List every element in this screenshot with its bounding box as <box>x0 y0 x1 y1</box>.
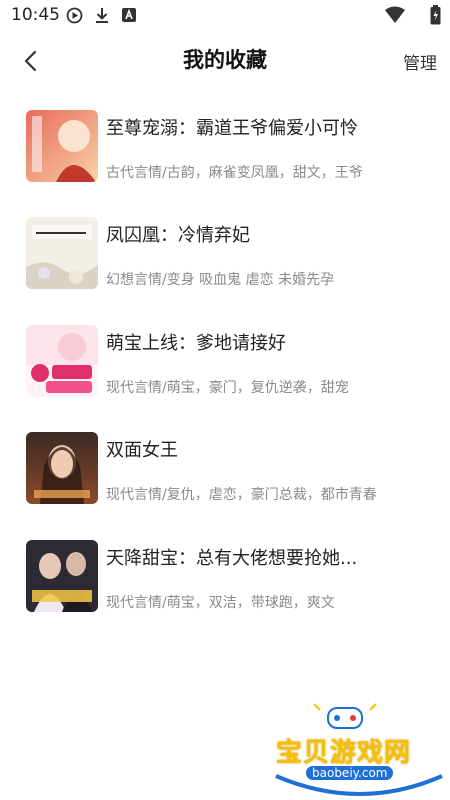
watermark-logo: 宝贝游戏网 baobeiy.com <box>270 702 450 800</box>
status-time: 10:45 <box>11 5 60 25</box>
play-circle-icon <box>66 7 83 28</box>
book-cover <box>26 432 98 504</box>
book-title: 萌宝上线：爹地请接好 <box>106 333 286 354</box>
book-tags: 现代言情/萌宝，豪门，复仇逆袭，甜宠 <box>106 380 349 396</box>
book-title: 凤囚凰：冷情弃妃 <box>106 225 250 246</box>
book-tags: 现代言情/萌宝，双洁，带球跑，爽文 <box>106 595 335 611</box>
list-item[interactable]: 双面女王 现代言情/复仇，虐恋，豪门总裁，都市青春 <box>0 432 450 522</box>
book-title: 天降甜宝：总有大佬想要抢她... <box>106 548 358 569</box>
book-cover <box>26 217 98 289</box>
watermark-url: baobeiy.com <box>306 766 394 780</box>
book-cover <box>26 110 98 182</box>
book-title: 至尊宠溺：霸道王爷偏爱小可怜 <box>106 118 358 139</box>
book-cover <box>26 325 98 397</box>
list-item[interactable]: 天降甜宝：总有大佬想要抢她... 现代言情/萌宝，双洁，带球跑，爽文 <box>0 540 450 630</box>
list-item[interactable]: 至尊宠溺：霸道王爷偏爱小可怜 古代言情/古韵，麻雀变凤凰，甜文，王爷 <box>0 110 450 200</box>
list-item[interactable]: 凤囚凰：冷情弃妃 幻想言情/变身 吸血鬼 虐恋 未婚先孕 <box>0 217 450 307</box>
header: 我的收藏 管理 <box>0 30 450 90</box>
battery-icon <box>430 5 441 29</box>
list-item[interactable]: 萌宝上线：爹地请接好 现代言情/萌宝，豪门，复仇逆袭，甜宠 <box>0 325 450 415</box>
book-cover <box>26 540 98 612</box>
book-tags: 古代言情/古韵，麻雀变凤凰，甜文，王爷 <box>106 165 363 181</box>
wifi-icon <box>385 6 405 28</box>
book-title: 双面女王 <box>106 440 178 461</box>
book-tags: 现代言情/复仇，虐恋，豪门总裁，都市青春 <box>106 487 377 503</box>
manage-button[interactable]: 管理 <box>403 49 437 74</box>
status-bar: 10:45 <box>0 0 450 30</box>
book-tags: 幻想言情/变身 吸血鬼 虐恋 未婚先孕 <box>106 272 335 288</box>
download-icon <box>94 7 110 28</box>
page-title: 我的收藏 <box>183 48 267 72</box>
watermark-text: 宝贝游戏网 <box>276 738 412 768</box>
app-badge-icon <box>121 7 137 27</box>
